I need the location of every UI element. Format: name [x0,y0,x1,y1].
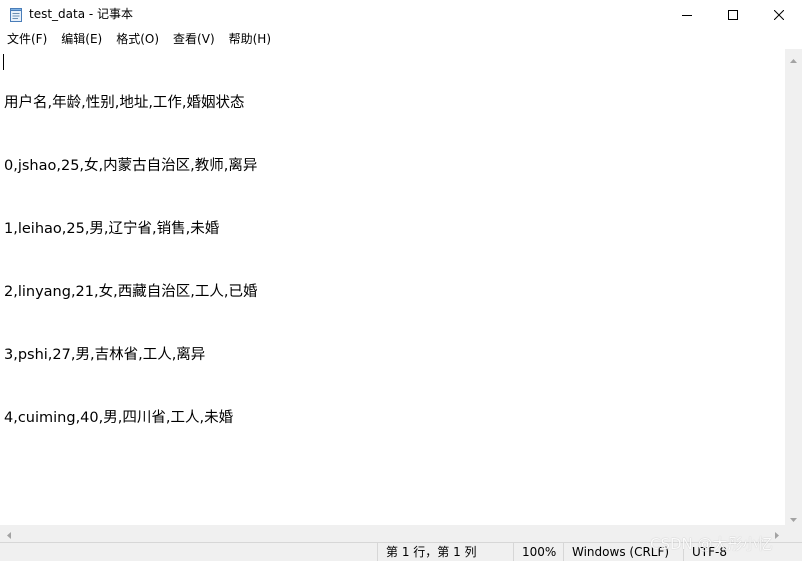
menu-bar: 文件(F) 编辑(E) 格式(O) 查看(V) 帮助(H) [0,29,802,49]
watermark: CSDN @大彤小忆 [650,535,773,553]
close-icon [774,9,784,20]
maximize-button[interactable] [710,0,756,29]
menu-edit[interactable]: 编辑(E) [54,29,109,49]
text-line: 用户名,年龄,性别,地址,工作,婚姻状态 [4,95,245,111]
title-bar[interactable]: test_data - 记事本 [0,0,802,29]
close-button[interactable] [756,0,802,29]
vertical-scrollbar[interactable] [785,49,802,525]
scroll-up-button[interactable] [785,49,802,66]
chevron-up-icon [790,48,797,67]
chevron-left-icon [6,524,11,543]
cursor-position: 第 1 行，第 1 列 [377,543,513,561]
editor-content: 用户名,年龄,性别,地址,工作,婚姻状态 0,jshao,25,女,内蒙古自治区… [4,51,257,471]
menu-view[interactable]: 查看(V) [166,29,222,49]
text-line: 1,leihao,25,男,辽宁省,销售,未婚 [4,221,220,237]
window-title: test_data - 记事本 [29,7,134,21]
text-line: 0,jshao,25,女,内蒙古自治区,教师,离异 [4,158,258,174]
minimize-button[interactable] [664,0,710,29]
text-editor[interactable]: 用户名,年龄,性别,地址,工作,婚姻状态 0,jshao,25,女,内蒙古自治区… [0,49,785,525]
menu-help[interactable]: 帮助(H) [222,29,278,49]
minimize-icon [682,10,692,20]
notepad-icon [10,7,22,22]
chevron-down-icon [790,507,797,526]
maximize-icon [728,9,738,20]
menu-format[interactable]: 格式(O) [109,29,166,49]
scroll-down-button[interactable] [785,508,802,525]
text-line: 3,pshi,27,男,吉林省,工人,离异 [4,347,206,363]
text-line: 4,cuiming,40,男,四川省,工人,未婚 [4,410,234,426]
scrollbar-corner [785,525,802,542]
zoom-level: 100% [513,543,563,561]
chevron-right-icon [774,524,779,543]
text-line: 2,linyang,21,女,西藏自治区,工人,已婚 [4,284,258,300]
menu-file[interactable]: 文件(F) [0,29,54,49]
scroll-left-button[interactable] [0,525,17,542]
